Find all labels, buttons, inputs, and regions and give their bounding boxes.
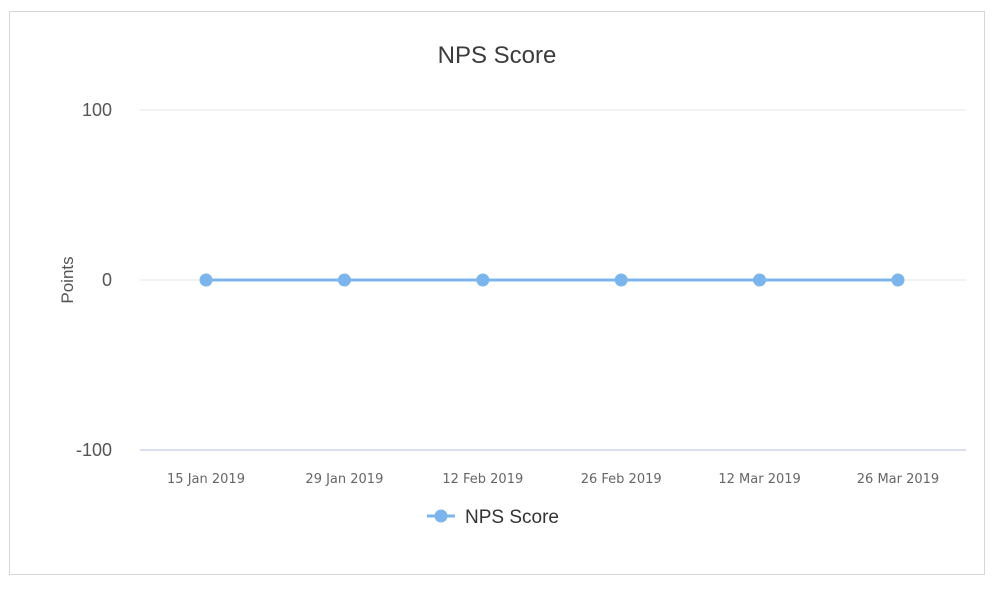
data-point[interactable] [199, 273, 213, 287]
line-chart: NPS Score 100 0 -100 Points 15 Jan 2019 29 … [58, 42, 966, 528]
data-point[interactable] [614, 273, 628, 287]
data-point[interactable] [337, 273, 351, 287]
y-tick-label: 0 [102, 270, 112, 290]
x-tick-label: 12 Feb 2019 [442, 472, 523, 487]
y-axis-ticks: 100 0 -100 [76, 100, 112, 460]
data-point[interactable] [891, 273, 905, 287]
x-axis-ticks: 15 Jan 2019 29 Jan 2019 12 Feb 2019 26 Feb … [167, 472, 939, 487]
y-tick-label: -100 [76, 440, 112, 460]
y-tick-label: 100 [82, 100, 112, 120]
data-point[interactable] [753, 273, 767, 287]
x-tick-label: 26 Feb 2019 [581, 472, 662, 487]
x-tick-label: 12 Mar 2019 [718, 472, 800, 487]
data-point[interactable] [476, 273, 490, 287]
x-tick-label: 15 Jan 2019 [167, 472, 245, 487]
series [199, 273, 905, 287]
x-tick-label: 29 Jan 2019 [305, 472, 383, 487]
chart-title: NPS Score [438, 42, 557, 69]
legend[interactable]: NPS Score [427, 507, 559, 528]
legend-marker [434, 509, 448, 523]
y-axis-label: Points [58, 256, 77, 303]
x-tick-label: 26 Mar 2019 [857, 472, 939, 487]
legend-label: NPS Score [465, 507, 559, 528]
